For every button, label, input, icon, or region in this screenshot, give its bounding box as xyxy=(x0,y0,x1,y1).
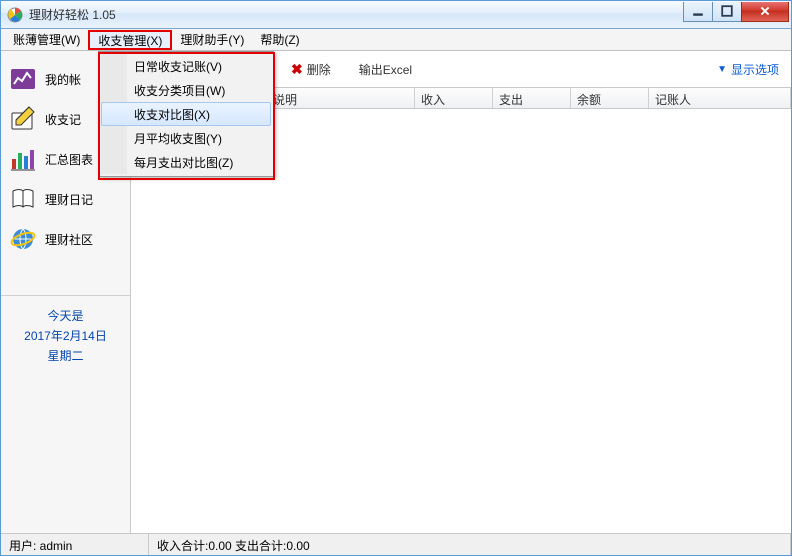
dd-compare-chart[interactable]: 收支对比图(X) xyxy=(101,102,271,126)
status-user: 用户: admin xyxy=(1,534,149,555)
bar-chart-icon xyxy=(9,145,37,173)
chart-icon xyxy=(9,65,37,93)
date-label: 2017年2月14日 xyxy=(1,326,130,346)
export-label: 输出Excel xyxy=(359,61,412,78)
chevron-down-icon: ▼ xyxy=(717,64,727,75)
menu-help[interactable]: 帮助(Z) xyxy=(252,29,307,50)
sidebar-item-label: 理财日记 xyxy=(45,191,93,208)
sidebar-item-community[interactable]: 理财社区 xyxy=(1,219,130,259)
delete-icon: ✖ xyxy=(291,61,303,78)
pencil-note-icon xyxy=(9,105,37,133)
col-balance[interactable]: 余额 xyxy=(571,88,649,108)
sidebar-item-label: 收支记 xyxy=(45,111,81,128)
export-excel-button[interactable]: 输出Excel xyxy=(359,61,412,78)
today-label: 今天是 xyxy=(1,306,130,326)
window-buttons xyxy=(683,2,789,22)
col-description[interactable]: 说明 xyxy=(267,88,415,108)
sidebar-item-label: 理财社区 xyxy=(45,231,93,248)
weekday-label: 星期二 xyxy=(1,346,130,366)
dd-daily-record[interactable]: 日常收支记账(V) xyxy=(101,54,271,78)
app-icon xyxy=(7,7,23,23)
date-panel: 今天是 2017年2月14日 星期二 xyxy=(1,295,130,376)
dd-monthly-avg-chart[interactable]: 月平均收支图(Y) xyxy=(101,126,271,150)
delete-button[interactable]: ✖ 删除 xyxy=(291,61,331,78)
close-button[interactable] xyxy=(741,2,789,22)
dd-category-items[interactable]: 收支分类项目(W) xyxy=(101,78,271,102)
minimize-button[interactable] xyxy=(683,2,713,22)
sidebar-item-diary[interactable]: 理财日记 xyxy=(1,179,130,219)
income-expense-dropdown: 日常收支记账(V) 收支分类项目(W) 收支对比图(X) 月平均收支图(Y) 每… xyxy=(98,51,274,177)
delete-label: 删除 xyxy=(307,61,331,78)
title-bar: 理财好轻松 1.05 xyxy=(1,1,791,29)
menu-accounts[interactable]: 账薄管理(W) xyxy=(5,29,88,50)
status-summary: 收入合计:0.00 支出合计:0.00 xyxy=(149,534,791,555)
window-title: 理财好轻松 1.05 xyxy=(29,6,683,23)
ie-icon xyxy=(9,225,37,253)
book-icon xyxy=(9,185,37,213)
show-options-label: 显示选项 xyxy=(731,61,779,78)
status-bar: 用户: admin 收入合计:0.00 支出合计:0.00 xyxy=(1,533,791,555)
maximize-button[interactable] xyxy=(712,2,742,22)
menu-income-expense[interactable]: 收支管理(X) xyxy=(88,30,172,50)
col-income[interactable]: 收入 xyxy=(415,88,493,108)
app-window: 理财好轻松 1.05 账薄管理(W) 收支管理(X) 理财助手(Y) 帮助(Z)… xyxy=(0,0,792,556)
col-recorder[interactable]: 记账人 xyxy=(649,88,791,108)
menu-assistant[interactable]: 理财助手(Y) xyxy=(172,29,252,50)
sidebar-item-label: 汇总图表 xyxy=(45,151,93,168)
sidebar-item-label: 我的帐 xyxy=(45,71,81,88)
dd-monthly-expense-compare[interactable]: 每月支出对比图(Z) xyxy=(101,150,271,174)
show-options-button[interactable]: ▼ 显示选项 xyxy=(717,61,779,78)
menu-bar: 账薄管理(W) 收支管理(X) 理财助手(Y) 帮助(Z) xyxy=(1,29,791,51)
col-expense[interactable]: 支出 xyxy=(493,88,571,108)
